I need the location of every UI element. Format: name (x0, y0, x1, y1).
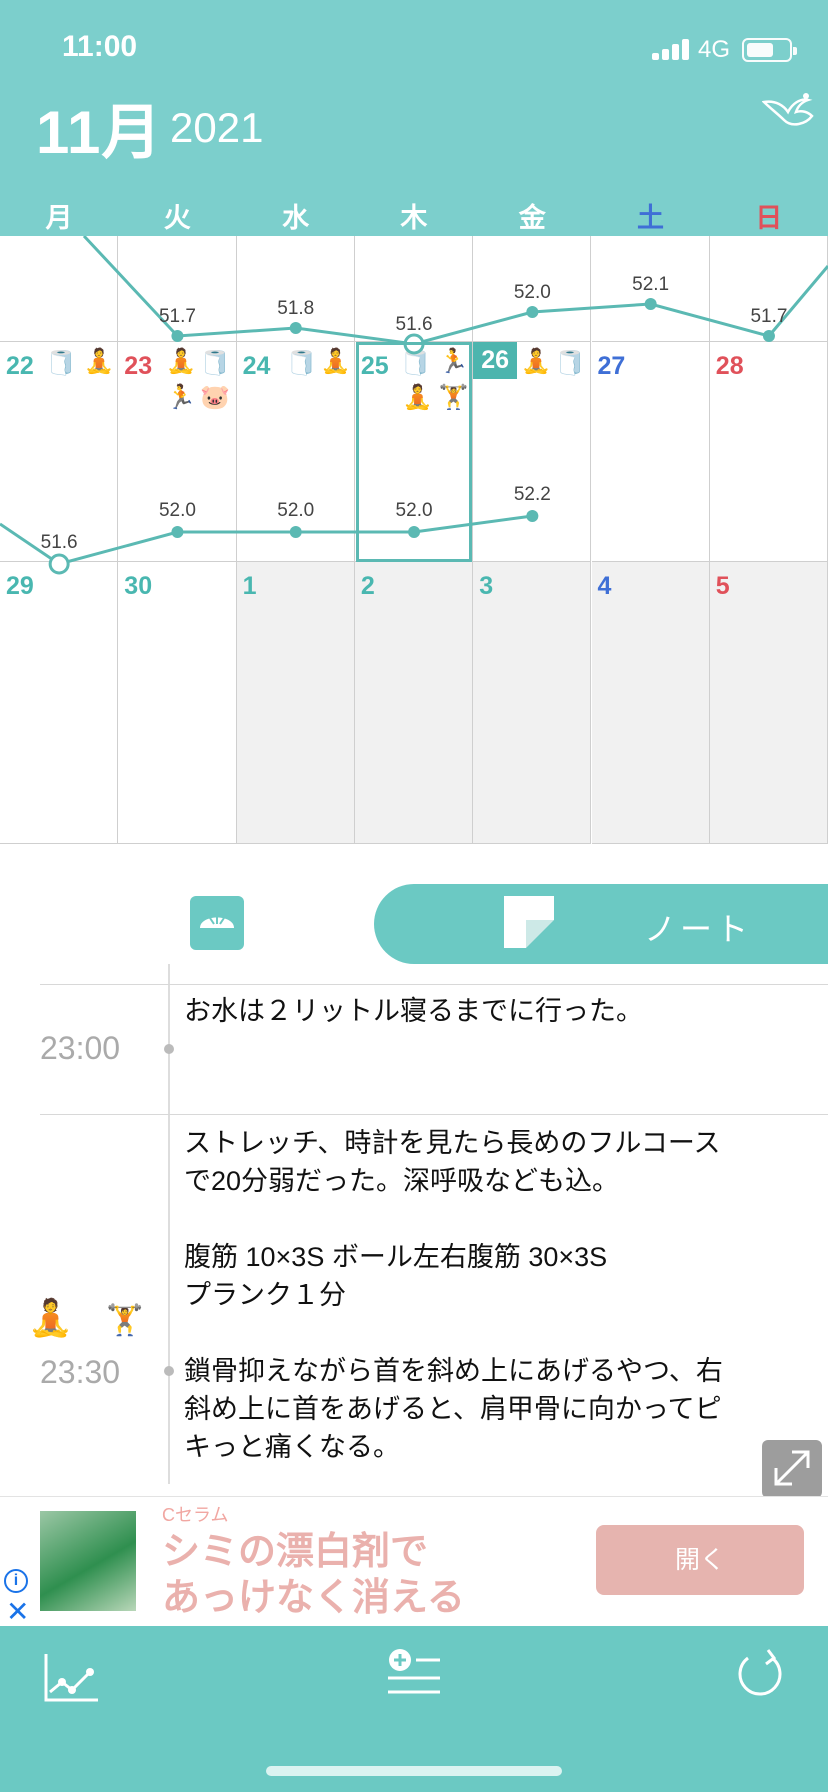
expand-icon[interactable] (762, 1440, 822, 1498)
graph-icon[interactable] (42, 1652, 100, 1704)
weekday-label: 火 (163, 203, 191, 233)
weekday-label: 日 (755, 203, 783, 233)
divider (40, 984, 828, 985)
weight-label: 51.7 (750, 306, 788, 327)
weight-label: 51.6 (40, 532, 78, 553)
weight-point[interactable] (526, 306, 539, 318)
divider (40, 1114, 828, 1115)
weight-label: 52.0 (277, 500, 315, 521)
bird-logo-icon[interactable] (762, 90, 816, 130)
weekday-label: 月 (45, 203, 73, 233)
month-title[interactable]: 11月 (36, 84, 162, 171)
note-entry-2[interactable]: ストレッチ、時計を見たら長めのフルコース で20分弱だった。深呼吸なども込。 腹… (184, 1124, 804, 1466)
weight-point[interactable] (289, 322, 302, 334)
timeline-dot (164, 1366, 174, 1376)
weekday-label: 土 (637, 203, 664, 233)
scale-icon (200, 916, 234, 928)
weight-point[interactable] (762, 330, 775, 342)
header: 11:00 4G 11月 2021 月 火 水 木 金 土 日 (0, 0, 828, 236)
entry-time-2: 23:30 (40, 1354, 121, 1390)
stretch-icon: 🧘 (28, 1297, 73, 1338)
weight-label: 52.0 (158, 500, 196, 521)
status-time: 11:00 (62, 30, 138, 63)
weekday-label: 水 (282, 203, 310, 233)
weight-point[interactable] (171, 526, 184, 538)
battery-icon (742, 38, 797, 62)
weight-label: 51.7 (158, 306, 196, 327)
weight-label: 52.0 (395, 500, 433, 521)
add-record-icon[interactable] (386, 1646, 442, 1702)
weight-point[interactable] (644, 298, 657, 310)
ad-copy-line1: シミの漂白剤で (162, 1531, 429, 1573)
weight-label: 51.8 (277, 298, 315, 319)
timeline-dot (164, 1044, 174, 1054)
year-title[interactable]: 2021 (170, 104, 263, 152)
dumbbell-icon: 🏋 (106, 1304, 144, 1337)
weight-label: 51.6 (395, 314, 433, 335)
timeline-line (168, 964, 170, 1484)
tab-note[interactable]: ノート (374, 884, 828, 964)
weight-point[interactable] (171, 330, 184, 342)
weekday-label: 金 (518, 203, 546, 233)
home-indicator[interactable] (266, 1766, 562, 1776)
entry-time-1: 23:00 (40, 1030, 121, 1066)
note-timeline: お水は２リットル寝るまでに行った。 23:00 ストレッチ、時計を見たら長めのフ… (0, 964, 828, 1494)
weight-label: 52.0 (513, 282, 551, 303)
ad-banner[interactable]: Cセラム シミの漂白剤で あっけなく消える 開く i ✕ (0, 1496, 828, 1628)
tab-graph[interactable] (190, 896, 244, 950)
weekday-label: 木 (400, 203, 428, 233)
network-type: 4G (698, 36, 731, 63)
refresh-icon[interactable] (734, 1648, 786, 1702)
selected-day-outline (355, 342, 473, 562)
signal-icon (652, 38, 690, 60)
ad-close-icon[interactable]: ✕ (6, 1595, 29, 1628)
ad-info-icon[interactable]: i (4, 1569, 28, 1593)
tab-note-label: ノート (644, 911, 753, 947)
ad-copy-line2: あっけなく消える (162, 1577, 465, 1619)
weight-point[interactable] (526, 510, 539, 522)
calendar-grid: 22 23 24 25 26 27 28 29 30 1 2 3 4 5 🧻 🧘 🧘 🧻 🏃 🐷 🧻 🧘 🧻 🏃 🧘 🏋 🧘 🧻 51… (0, 236, 828, 844)
weight-label: 52.2 (513, 484, 551, 505)
ad-open-button[interactable]: 開く (596, 1525, 804, 1595)
ad-product-image (40, 1511, 136, 1611)
ad-brand: Cセラム (162, 1505, 229, 1525)
ad-copy: シミの漂白剤で あっけなく消える (162, 1529, 465, 1621)
weight-point[interactable] (48, 553, 70, 575)
note-entry-1[interactable]: お水は２リットル寝るまでに行った。 (184, 992, 804, 1030)
weight-point[interactable] (289, 526, 302, 538)
weight-label: 52.1 (632, 274, 670, 295)
note-icon (504, 896, 554, 948)
